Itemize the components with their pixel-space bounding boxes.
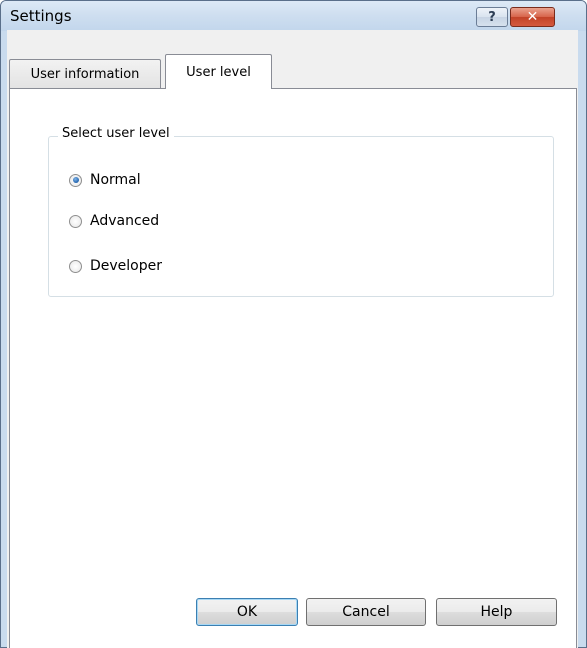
radio-label: Developer xyxy=(90,258,163,274)
radio-unchecked-icon[interactable] xyxy=(69,259,82,273)
radio-option-developer[interactable]: Developer xyxy=(69,256,162,276)
question-mark-icon: ? xyxy=(488,9,496,25)
title-bar[interactable]: Settings ? ✕ xyxy=(1,1,586,31)
tab-user-level[interactable]: User level xyxy=(165,54,272,89)
tab-label: User information xyxy=(30,66,140,82)
ok-button[interactable]: OK xyxy=(196,598,298,626)
help-button[interactable]: Help xyxy=(436,598,557,626)
close-icon: ✕ xyxy=(526,9,539,25)
radio-label: Normal xyxy=(90,172,141,188)
window-title: Settings xyxy=(10,7,72,25)
help-question-button[interactable]: ? xyxy=(476,7,508,27)
groupbox-legend: Select user level xyxy=(58,126,174,141)
cancel-button[interactable]: Cancel xyxy=(306,598,426,626)
radio-checked-icon[interactable] xyxy=(69,173,82,187)
radio-option-normal[interactable]: Normal xyxy=(69,170,141,190)
radio-unchecked-icon[interactable] xyxy=(69,214,82,228)
tab-label: User level xyxy=(186,64,251,80)
radio-option-advanced[interactable]: Advanced xyxy=(69,211,159,231)
close-button[interactable]: ✕ xyxy=(510,7,555,27)
tab-user-information[interactable]: User information xyxy=(9,59,161,88)
radio-label: Advanced xyxy=(90,213,160,229)
